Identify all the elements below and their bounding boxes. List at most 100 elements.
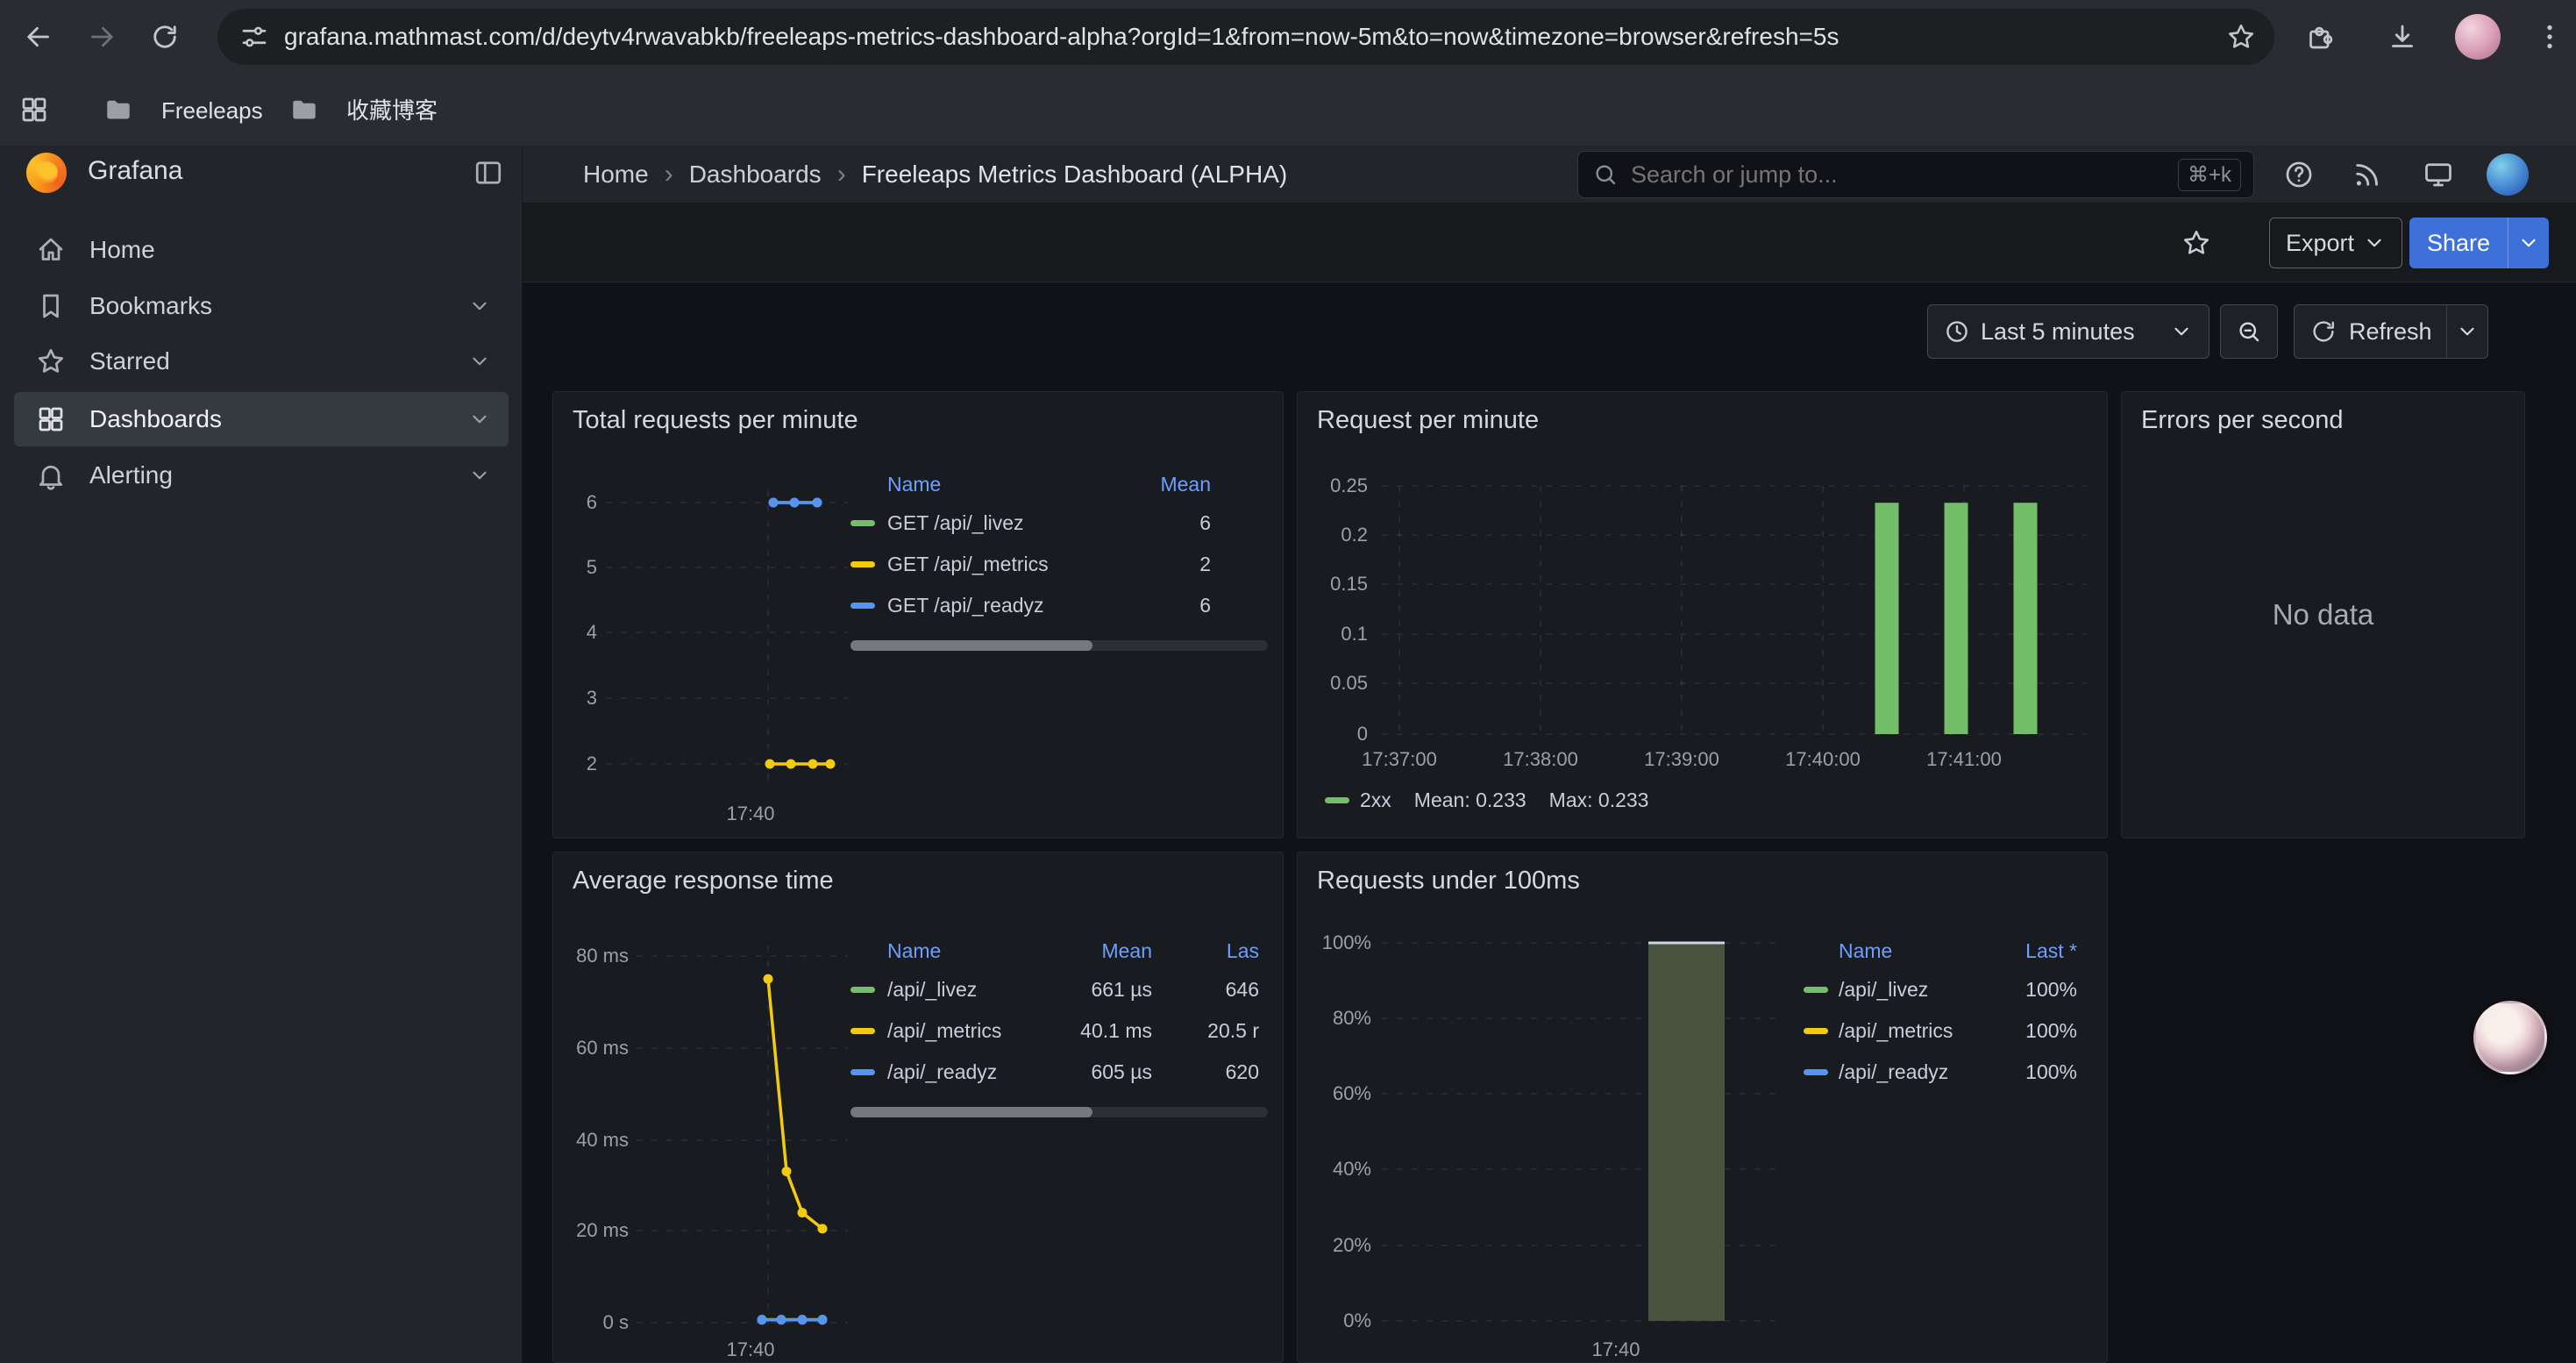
chevron-down-icon[interactable]: [468, 350, 491, 373]
legend-mean: Mean: 0.233: [1414, 789, 1526, 812]
grafana-logo[interactable]: [26, 153, 67, 193]
x-tick: 17:37:00: [1329, 748, 1469, 771]
x-tick: 17:40: [707, 1338, 794, 1361]
grafana-sidebar: Grafana Home Bookmarks Starred Dashboard…: [0, 146, 523, 1363]
series-color-dash: [850, 987, 875, 993]
sidebar-item-starred[interactable]: Starred: [14, 334, 509, 389]
chevron-down-icon[interactable]: [468, 408, 491, 431]
y-tick: 0.15: [1298, 573, 1368, 596]
x-tick: 17:38:00: [1470, 748, 1611, 771]
legend-header-name[interactable]: Name: [887, 473, 1106, 496]
x-tick: 17:40:00: [1753, 748, 1893, 771]
favorite-star-icon[interactable]: [2181, 227, 2212, 259]
legend-header-name[interactable]: Name: [1839, 939, 1996, 963]
legend-row[interactable]: GET /api/_metrics 2: [850, 544, 1268, 585]
panel-request-per-minute: Request per minute 0.25 0.2 0.15 0.1 0.0…: [1297, 391, 2108, 838]
legend-row[interactable]: /api/_readyz 100%: [1804, 1052, 2077, 1093]
reload-icon[interactable]: [149, 21, 181, 53]
legend-header: Name Last *: [1804, 932, 2077, 969]
series-color-dash: [1804, 987, 1828, 993]
bookmark-star-icon[interactable]: [2225, 21, 2257, 53]
legend-row[interactable]: /api/_metrics 100%: [1804, 1010, 2077, 1052]
legend-scrollbar[interactable]: [850, 640, 1268, 651]
downloads-icon[interactable]: [2387, 21, 2418, 53]
search-box[interactable]: ⌘+k: [1577, 151, 2254, 198]
breadcrumb-home[interactable]: Home: [583, 161, 649, 189]
dashboard-actions-row: Export Share: [523, 203, 2576, 282]
y-tick: 100%: [1298, 931, 1371, 954]
y-tick: 3: [553, 687, 597, 710]
y-tick: 6: [553, 491, 597, 514]
legend-header-last[interactable]: Las: [1152, 939, 1268, 963]
bar-chart: [1298, 853, 2108, 1363]
floating-chat-avatar[interactable]: [2473, 1001, 2547, 1074]
site-settings-icon[interactable]: [238, 21, 270, 53]
address-bar[interactable]: [217, 9, 2274, 65]
dock-menu-icon[interactable]: [473, 157, 504, 189]
grafana-profile-avatar[interactable]: [2487, 153, 2529, 196]
legend-row[interactable]: /api/_metrics 40.1 ms 20.5 r: [850, 1010, 1268, 1052]
share-button[interactable]: Share: [2409, 218, 2549, 268]
search-icon: [1592, 161, 1619, 188]
y-tick: 20 ms: [553, 1219, 629, 1242]
bookmark-folder-blogs[interactable]: 收藏博客: [346, 95, 438, 126]
sidebar-item-home[interactable]: Home: [14, 223, 509, 277]
y-tick: 60 ms: [553, 1037, 629, 1060]
legend-header-mean[interactable]: Mean: [1038, 939, 1152, 963]
y-tick: 0.1: [1298, 623, 1368, 646]
legend-table: Name Mean GET /api/_livez 6 GET /api/_me…: [850, 466, 1268, 626]
sidebar-item-bookmarks[interactable]: Bookmarks: [14, 279, 509, 333]
legend-series-label[interactable]: 2xx: [1360, 789, 1391, 812]
legend-scrollbar[interactable]: [850, 1107, 1268, 1117]
extensions-icon[interactable]: [2304, 21, 2336, 53]
breadcrumb-separator: ›: [837, 160, 846, 189]
legend-header-name[interactable]: Name: [887, 939, 1038, 963]
legend-header-last[interactable]: Last *: [1996, 939, 2077, 963]
y-tick: 0.2: [1298, 524, 1368, 546]
search-input[interactable]: [1629, 161, 2178, 189]
series-color-dash: [1325, 797, 1349, 803]
breadcrumb-dashboards[interactable]: Dashboards: [689, 161, 822, 189]
y-tick: 2: [553, 753, 597, 775]
scrollbar-thumb[interactable]: [850, 1107, 1092, 1117]
time-range-picker[interactable]: Last 5 minutes: [1927, 304, 2210, 359]
chevron-down-icon[interactable]: [468, 295, 491, 318]
back-icon[interactable]: [23, 21, 54, 53]
legend-row[interactable]: GET /api/_livez 6: [850, 503, 1268, 544]
legend-header: Name Mean: [850, 466, 1268, 503]
sidebar-item-alerting[interactable]: Alerting: [14, 448, 509, 503]
share-dropdown-chevron[interactable]: [2508, 232, 2549, 254]
legend-row[interactable]: /api/_livez 100%: [1804, 969, 2077, 1010]
y-tick: 40 ms: [553, 1129, 629, 1152]
bookmark-folder-freeleaps[interactable]: Freeleaps: [161, 95, 263, 126]
display-icon[interactable]: [2423, 159, 2454, 190]
legend-row[interactable]: /api/_readyz 605 µs 620: [850, 1052, 1268, 1093]
legend-row[interactable]: GET /api/_readyz 6: [850, 585, 1268, 626]
bell-icon: [35, 460, 67, 491]
browser-profile-avatar[interactable]: [2455, 14, 2501, 60]
sidebar-item-dashboards[interactable]: Dashboards: [14, 392, 509, 446]
forward-icon[interactable]: [86, 21, 117, 53]
chevron-down-icon[interactable]: [468, 464, 491, 487]
browser-menu-icon[interactable]: [2534, 21, 2565, 53]
refresh-interval-chevron[interactable]: [2447, 320, 2487, 343]
legend-header-mean[interactable]: Mean: [1106, 473, 1211, 496]
refresh-button[interactable]: Refresh: [2294, 304, 2488, 359]
dashboards-grid-icon: [35, 403, 67, 435]
scrollbar-thumb[interactable]: [850, 640, 1092, 651]
y-tick: 5: [553, 556, 597, 579]
legend-row[interactable]: /api/_livez 661 µs 646: [850, 969, 1268, 1010]
export-button[interactable]: Export: [2269, 218, 2402, 268]
breadcrumb-current: Freeleaps Metrics Dashboard (ALPHA): [862, 161, 1288, 189]
url-input[interactable]: [282, 22, 2225, 52]
legend-table: Name Last * /api/_livez 100% /api/_metri…: [1804, 932, 2077, 1093]
grafana-brand: Grafana: [88, 156, 182, 186]
news-rss-icon[interactable]: [2352, 159, 2383, 190]
help-icon[interactable]: [2283, 159, 2315, 190]
zoom-out-button[interactable]: [2220, 304, 2278, 359]
y-tick: 0: [1298, 723, 1368, 746]
legend-max: Max: 0.233: [1549, 789, 1649, 812]
panel-errors-per-second: Errors per second No data: [2121, 391, 2525, 838]
apps-grid-icon[interactable]: [18, 94, 50, 125]
search-shortcut-badge: ⌘+k: [2178, 159, 2241, 191]
